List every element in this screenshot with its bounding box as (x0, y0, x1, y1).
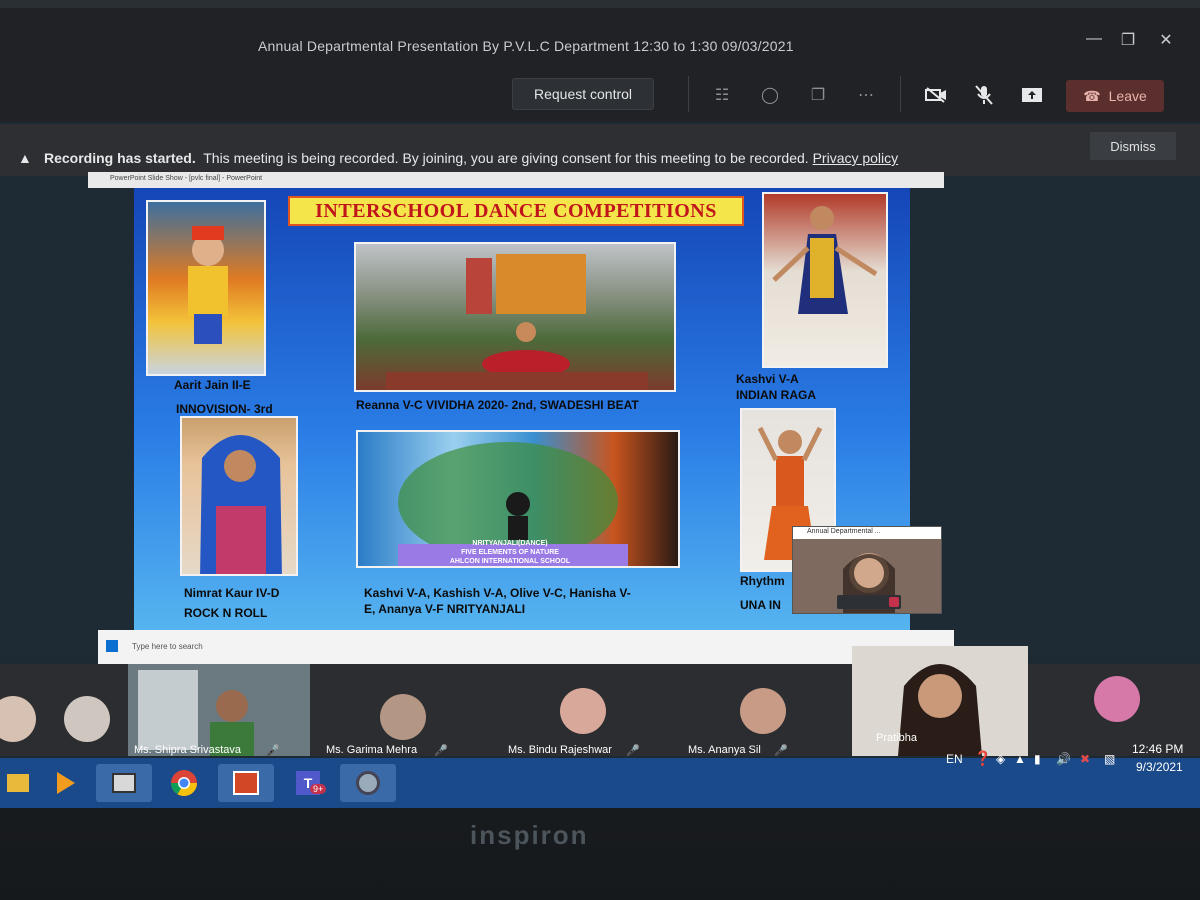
meeting-title: Annual Departmental Presentation By P.V.… (258, 38, 794, 54)
tray-icon[interactable]: ◈ (996, 752, 1005, 766)
teams-badge: 9+ (310, 784, 327, 794)
mini-window-title: Annual Departmental ... (807, 528, 881, 535)
windows-start-icon (106, 640, 118, 652)
caption-group-line-2: E, Ananya V-F NRITYANJALI (364, 602, 526, 616)
battery-icon[interactable]: ▮ (1034, 752, 1041, 766)
media-player-icon[interactable] (38, 764, 94, 802)
mini-meeting-window[interactable]: Annual Departmental ... (792, 526, 942, 614)
remote-desktop-icon[interactable] (96, 764, 152, 802)
leave-button[interactable]: ☎ Leave (1066, 80, 1164, 112)
show-hidden-icons[interactable]: ▲ (1014, 752, 1026, 766)
caption-kashvi-event: INDIAN RAGA (736, 388, 816, 402)
camera-app-icon[interactable] (340, 764, 396, 802)
participant-name: Pratibha (876, 732, 917, 744)
participant-name: Ms. Garima Mehra (326, 744, 418, 756)
participant-video (128, 664, 310, 756)
powerpoint-window-title: PowerPoint Slide Show - [pvlc final] - P… (110, 175, 263, 182)
participant-name: Ms. Bindu Rajeshwar (508, 744, 612, 756)
people-icon[interactable]: ☷ (708, 82, 736, 108)
participant-avatar-ananya (740, 688, 786, 734)
photo-nrityanjali-poster (356, 430, 680, 568)
recording-message: Recording has started. This meeting is b… (44, 150, 898, 166)
poster-line-2: FIVE ELEMENTS OF NATURE (461, 549, 559, 556)
restore-icon[interactable]: ❐ (1116, 30, 1140, 50)
rooms-icon[interactable]: ❐ (804, 82, 832, 108)
caption-una: UNA IN (740, 598, 781, 612)
inner-search-placeholder: Type here to search (132, 642, 203, 651)
caption-aarit-name: Aarit Jain II-E (174, 378, 251, 392)
caption-reanna: Reanna V-C VIVIDHA 2020- 2nd, SWADESHI B… (356, 398, 639, 412)
powerpoint-icon[interactable] (218, 764, 274, 802)
participant-avatar-bindu (560, 688, 606, 734)
more-options-icon[interactable]: ⋯ (852, 82, 880, 108)
minimize-icon[interactable]: — (1082, 30, 1106, 48)
participant-name: Ms. Shipra Srivastava (134, 744, 241, 756)
help-icon[interactable]: ❓ (974, 750, 991, 767)
request-control-button[interactable]: Request control (512, 78, 654, 110)
photo-reanna (354, 242, 676, 392)
privacy-policy-link[interactable]: Privacy policy (813, 150, 899, 166)
caption-kashvi-name: Kashvi V-A (736, 372, 799, 386)
participant-tile-shipra[interactable] (128, 664, 310, 756)
recording-body: This meeting is being recorded. By joini… (203, 150, 809, 166)
caption-nimrat-event: ROCK N ROLL (184, 606, 268, 620)
photo-kashvi (762, 192, 888, 368)
caption-group-line-1: Kashvi V-A, Kashish V-A, Olive V-C, Hani… (364, 586, 631, 600)
mic-off-icon: 🎤 (266, 745, 280, 757)
caption-aarit-event: INNOVISION- 3rd (176, 402, 273, 416)
clock-time[interactable]: 12:46 PM (1132, 742, 1183, 756)
signal-icon[interactable]: ▧ (1104, 752, 1115, 766)
mini-hangup-icon[interactable] (889, 597, 899, 607)
photo-nimrat (180, 416, 298, 576)
caption-nimrat-name: Nimrat Kaur IV-D (184, 586, 280, 600)
network-icon[interactable]: ✖ (1080, 752, 1090, 766)
volume-icon[interactable]: 🔊 (1056, 752, 1071, 766)
shared-screen-taskbar: Type here to search (98, 630, 954, 664)
caption-rhythm: Rhythm (740, 574, 785, 588)
close-icon[interactable]: ✕ (1154, 30, 1178, 50)
share-screen-icon[interactable] (1018, 82, 1046, 108)
recording-heading: Recording has started. (44, 150, 196, 166)
participant-avatar (64, 696, 110, 742)
mic-off-icon: 🎤 (434, 745, 448, 757)
mic-off-icon[interactable] (970, 82, 998, 108)
chrome-icon[interactable] (156, 764, 212, 802)
toolbar-divider (688, 76, 689, 112)
mic-off-icon: 🎤 (774, 745, 788, 757)
teams-icon[interactable]: T 9+ (280, 764, 336, 802)
participant-avatar (1094, 676, 1140, 722)
mic-off-icon: 🎤 (626, 745, 640, 757)
poster-line-1: NRITYANJALI(DANCE) (472, 540, 548, 547)
phone-hangup-icon: ☎ (1083, 87, 1101, 104)
poster-line-3: AHLCON INTERNATIONAL SCHOOL (449, 558, 571, 565)
photo-aarit (146, 200, 266, 376)
dismiss-button[interactable]: Dismiss (1090, 132, 1176, 160)
language-indicator[interactable]: EN (946, 752, 963, 766)
screen: Annual Departmental Presentation By P.V.… (0, 8, 1200, 808)
reactions-icon[interactable]: ◯ (756, 82, 784, 108)
participant-name: Ms. Ananya Sil (688, 744, 761, 756)
participant-avatar-garima (380, 694, 426, 740)
laptop-brand-logo: inspiron (470, 820, 589, 850)
leave-label: Leave (1108, 88, 1147, 104)
clock-date[interactable]: 9/3/2021 (1136, 760, 1183, 774)
toolbar-divider (900, 76, 901, 112)
camera-off-icon[interactable] (922, 82, 950, 108)
warning-icon: ▲ (18, 150, 32, 166)
slide-banner: INTERSCHOOL DANCE COMPETITIONS (288, 196, 744, 226)
